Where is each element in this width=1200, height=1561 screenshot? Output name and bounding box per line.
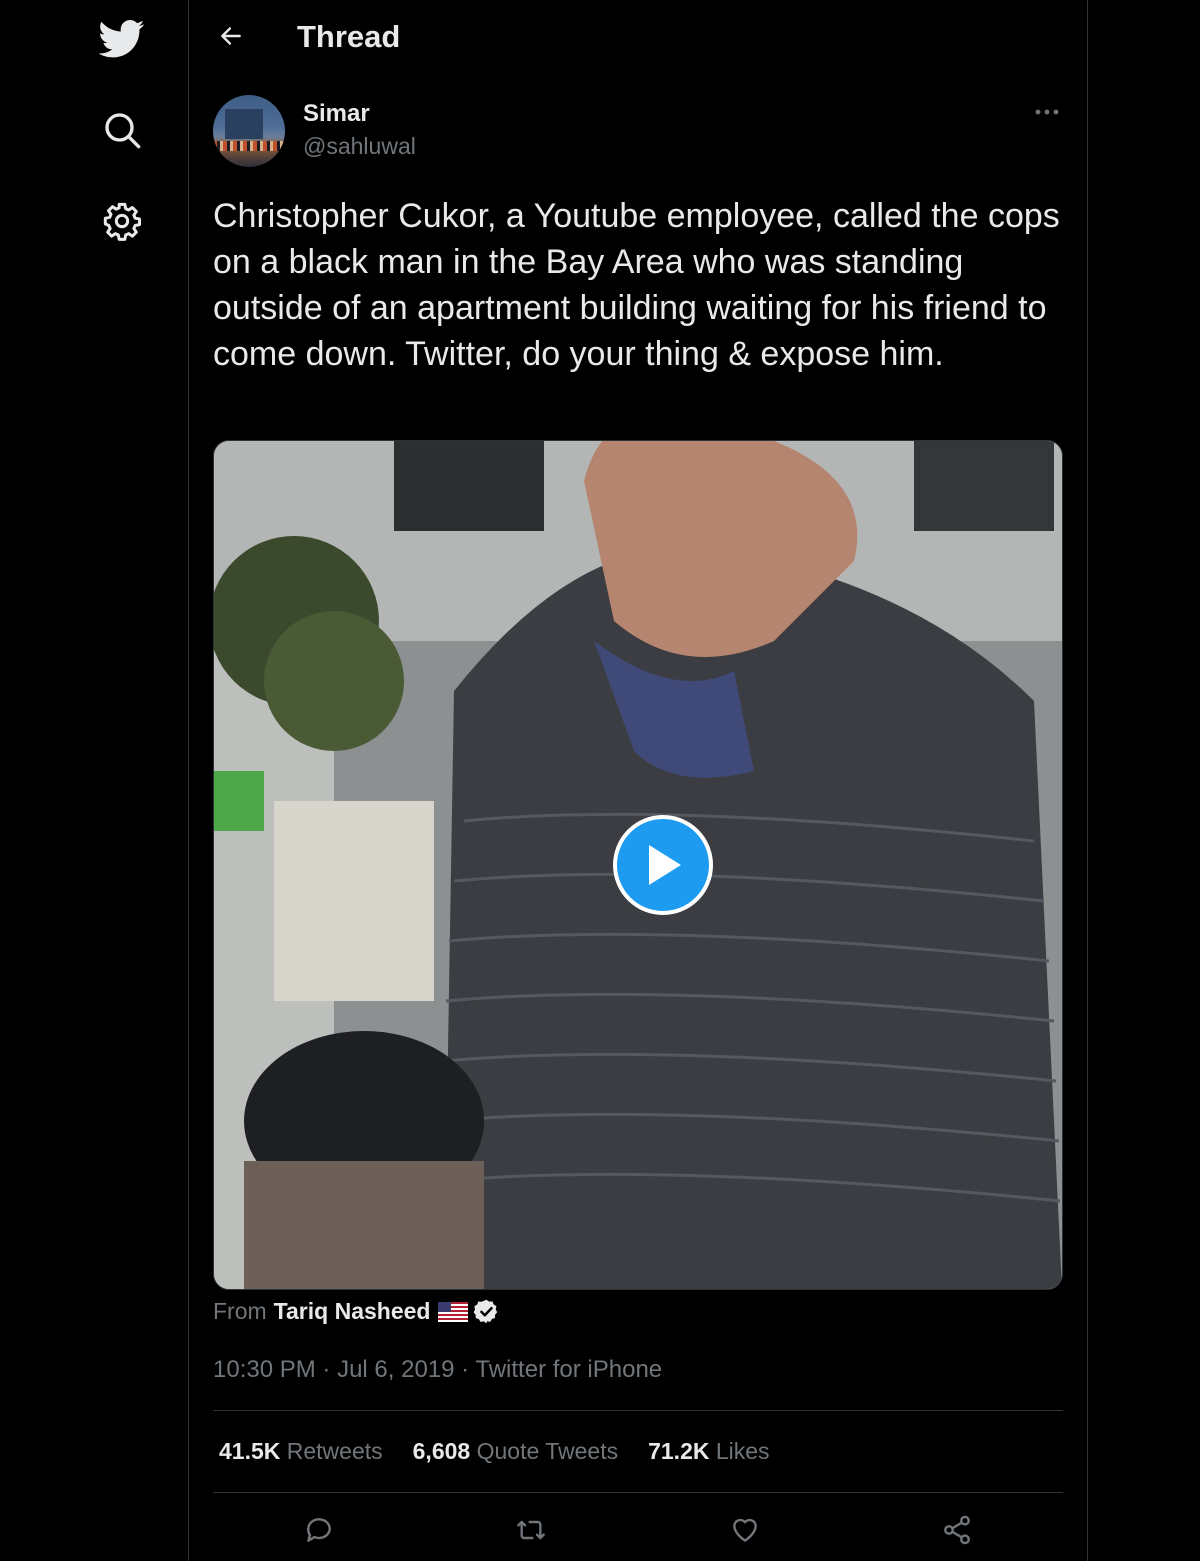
attribution-prefix: From — [213, 1298, 267, 1324]
tweet-client[interactable]: Twitter for iPhone — [475, 1356, 662, 1383]
reply-icon[interactable] — [297, 1508, 341, 1552]
tweet-text: Christopher Cukor, a Youtube employee, c… — [213, 197, 1060, 373]
gear-icon[interactable] — [97, 196, 147, 246]
retweets-label: Retweets — [286, 1438, 383, 1464]
thread-header: Thread — [189, 0, 1087, 76]
column-divider-right — [1087, 0, 1088, 1561]
tweet-meta: 10:30 PM · Jul 6, 2019 · Twitter for iPh… — [213, 1356, 662, 1384]
tweet-time[interactable]: 10:30 PM — [213, 1356, 316, 1383]
attribution-name[interactable]: Tariq Nasheed — [274, 1298, 431, 1325]
author-handle[interactable]: @sahluwal — [303, 133, 416, 160]
author-name[interactable]: Simar — [303, 100, 370, 128]
retweets-stat[interactable]: 41.5K Retweets — [219, 1438, 383, 1465]
share-icon[interactable] — [935, 1508, 979, 1552]
page-title: Thread — [297, 19, 401, 54]
more-icon[interactable] — [1027, 98, 1067, 126]
left-rail — [0, 0, 188, 1561]
retweet-icon[interactable] — [509, 1508, 553, 1552]
verified-icon — [473, 1298, 500, 1325]
tweet-actions — [213, 1508, 1063, 1552]
media-attribution: From Tariq Nasheed — [213, 1298, 500, 1325]
likes-count: 71.2K — [648, 1438, 710, 1464]
quote-tweets-stat[interactable]: 6,608 Quote Tweets — [413, 1438, 618, 1465]
avatar[interactable] — [213, 95, 285, 167]
thread-column: Thread Simar @sahluwal Christopher Cukor… — [189, 0, 1087, 1561]
likes-stat[interactable]: 71.2K Likes — [648, 1438, 769, 1465]
twitter-bird-icon[interactable] — [97, 14, 147, 64]
divider — [213, 1492, 1063, 1493]
search-icon[interactable] — [97, 105, 147, 155]
tweet-date[interactable]: Jul 6, 2019 — [337, 1356, 454, 1383]
likes-label: Likes — [715, 1438, 770, 1464]
like-icon[interactable] — [723, 1508, 767, 1552]
back-arrow-icon[interactable] — [213, 18, 249, 54]
us-flag-icon — [438, 1301, 469, 1322]
tweet-stats: 41.5K Retweets 6,608 Quote Tweets 71.2K … — [219, 1438, 770, 1465]
retweets-count: 41.5K — [219, 1438, 281, 1464]
play-icon[interactable] — [613, 815, 713, 915]
meta-sep: · — [454, 1356, 476, 1383]
quotes-label: Quote Tweets — [476, 1438, 619, 1464]
tweet-video[interactable] — [213, 440, 1063, 1290]
meta-sep: · — [315, 1356, 338, 1383]
divider — [213, 1410, 1063, 1411]
quotes-count: 6,608 — [412, 1438, 471, 1464]
